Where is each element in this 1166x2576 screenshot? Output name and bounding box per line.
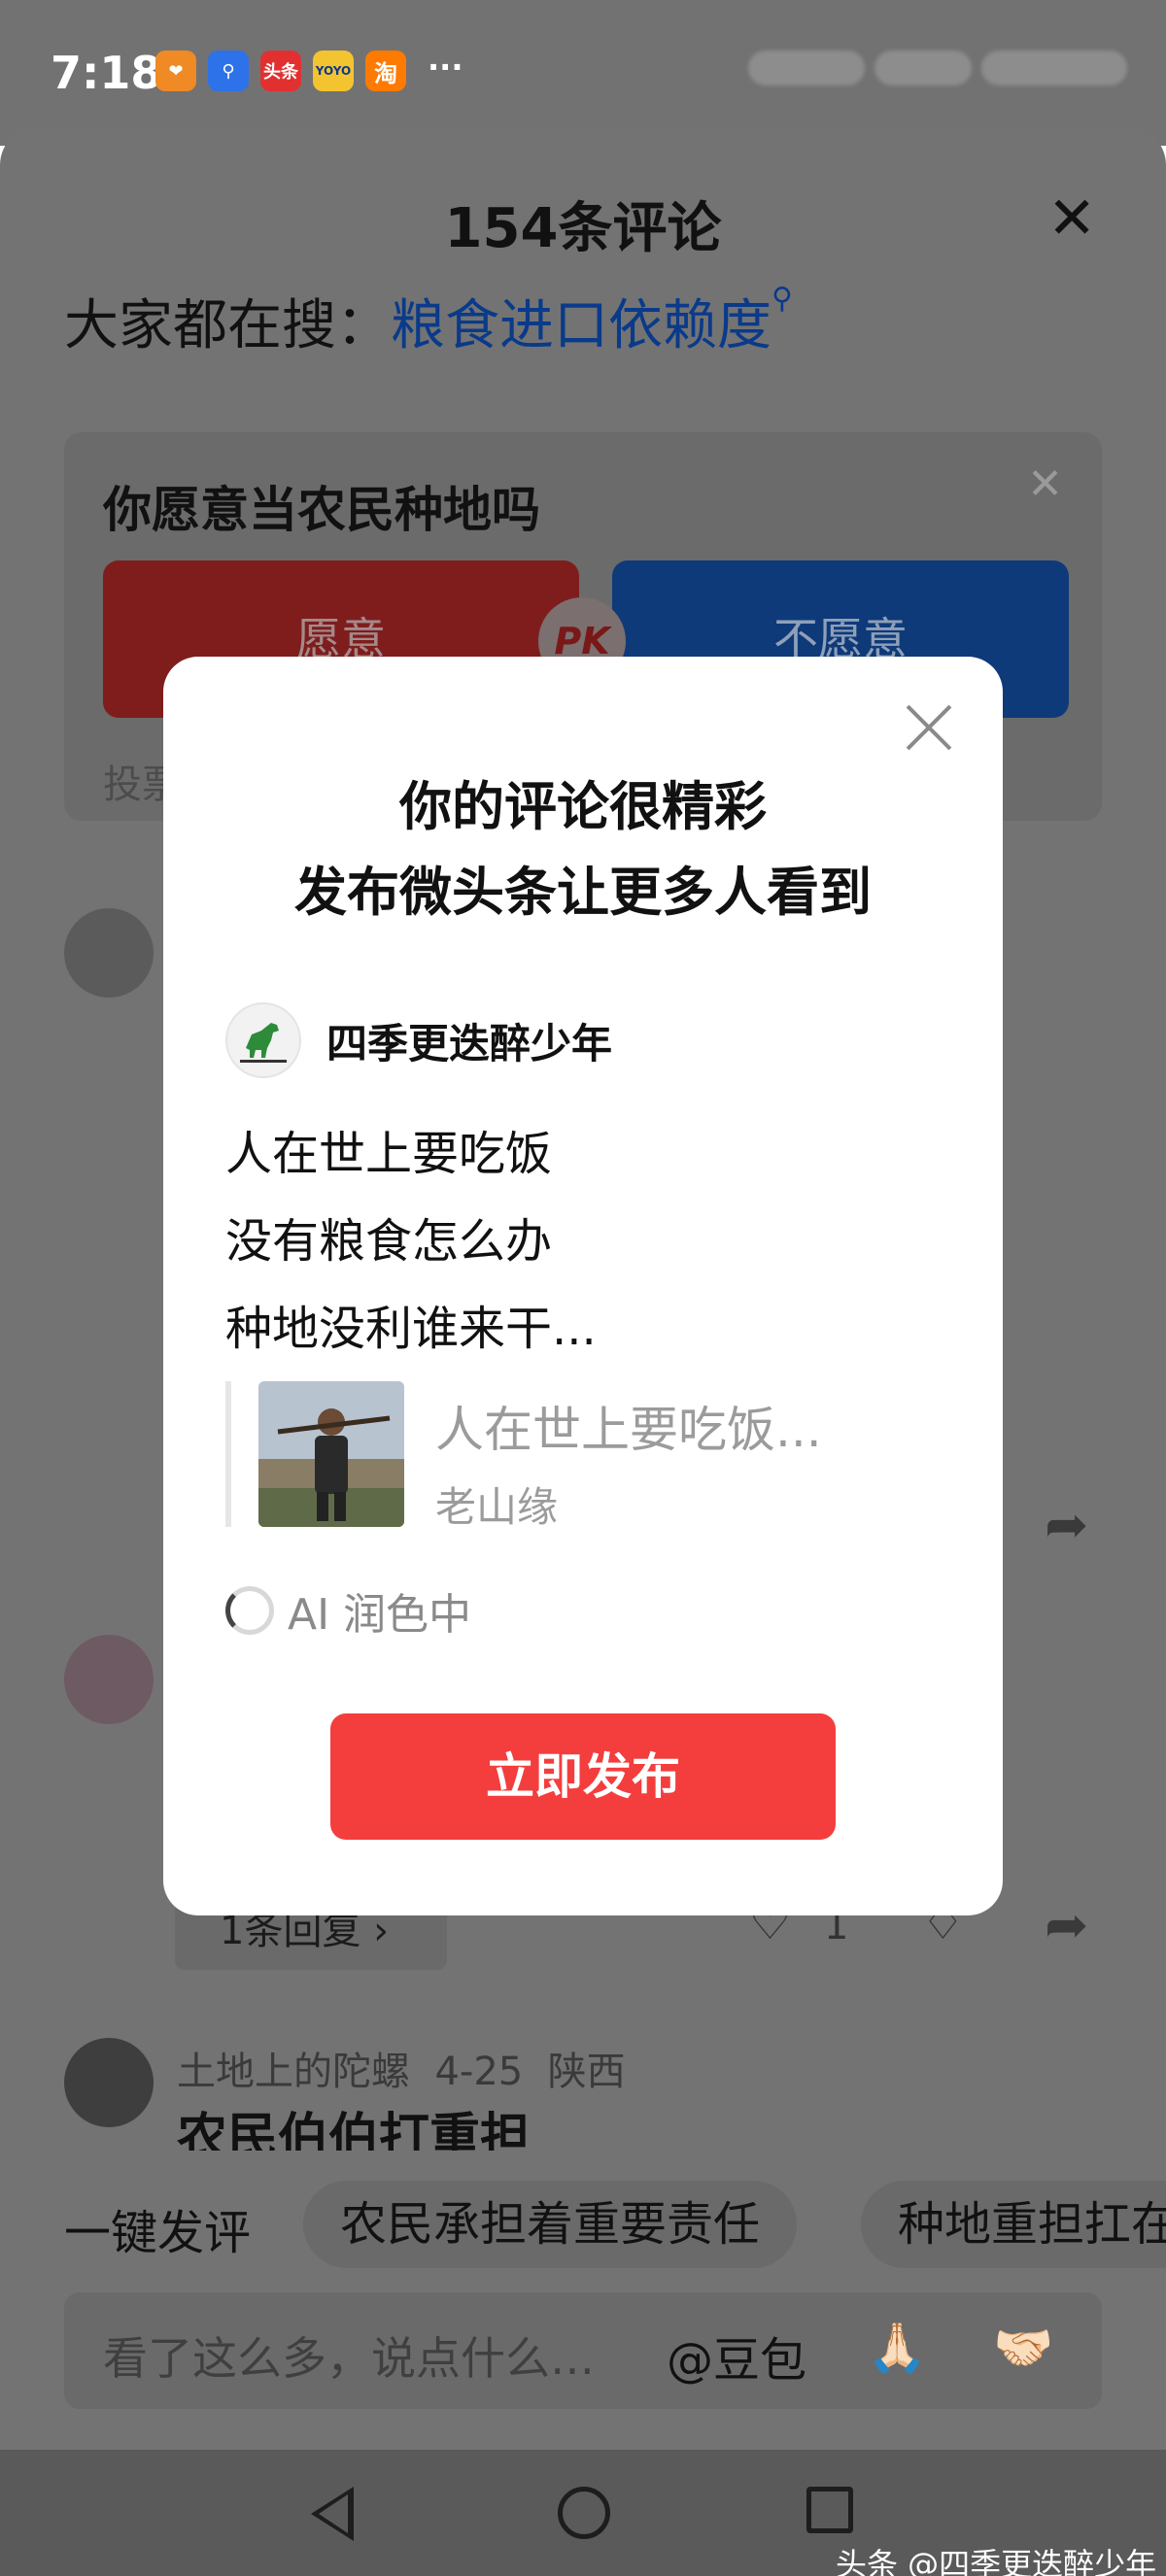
blurred-status-area [748, 51, 865, 85]
comment-meta: 土地上的陀螺 4-25 陕西 [177, 2040, 626, 2096]
nav-recent-apps-icon[interactable] [806, 2487, 853, 2533]
trending-search[interactable]: 大家都在搜：粮食进口依赖度⚲ [64, 282, 793, 360]
ai-polish-text: AI 润色中 [288, 1590, 472, 1640]
publish-dialog: 你的评论很精彩 发布微头条让更多人看到 四季更迭醉少年 人在世上要吃饭 没有粮食… [163, 657, 1003, 1915]
dialog-title-line-2: 发布微头条让更多人看到 [294, 862, 872, 923]
status-time: 7:18 [51, 47, 162, 99]
search-icon: ⚲ [772, 282, 793, 316]
map-pin-app-icon: ⚲ [208, 51, 249, 91]
quoted-article[interactable]: 人在世上要吃饭... 老山缘 [225, 1381, 906, 1531]
article-thumbnail [258, 1381, 404, 1527]
loading-spinner-icon [225, 1586, 274, 1635]
post-line-2: 没有粮食怎么办 [225, 1214, 553, 1269]
comment-input[interactable]: 看了这么多，说点什么… @豆包 🙏🏻 🤝🏻 [64, 2292, 1102, 2409]
status-bar: 7:18 ❤ ⚲ 头条 YOYO 淘 ··· [0, 0, 1166, 146]
farmer-photo [258, 1381, 404, 1527]
quick-comment-label: 一键发评 [64, 2206, 252, 2260]
avatar[interactable] [64, 908, 154, 998]
watermark: 头条 @四季更迭醉少年 [836, 2546, 1157, 2576]
close-icon[interactable]: ✕ [1047, 185, 1096, 253]
publish-now-button[interactable]: 立即发布 [330, 1713, 836, 1840]
handshake-emoji-button[interactable]: 🤝🏻 [993, 2320, 1053, 2377]
sheet-title: 154条评论 [444, 197, 722, 260]
quick-comment-chip[interactable]: 农民承担着重要责任 [303, 2181, 798, 2268]
search-prefix: 大家都在搜： [64, 294, 391, 357]
comment-location: 陕西 [547, 2050, 626, 2094]
share-icon[interactable]: ➦ [1045, 1494, 1088, 1555]
status-app-icons: ❤ ⚲ 头条 YOYO 淘 [155, 51, 406, 91]
comment-text: 农民伯伯打重担 [177, 2109, 532, 2151]
taobao-app-icon: 淘 [365, 51, 406, 91]
author-name: 四季更迭醉少年 [326, 1019, 613, 1068]
author-avatar [225, 1002, 301, 1078]
blurred-status-area [981, 51, 1127, 85]
quick-comment-bar: 一键发评 农民承担着重要责任 种地重担扛在 [0, 2181, 1166, 2278]
poll-question: 你愿意当农民种地吗 [103, 482, 540, 538]
comment-input-placeholder: 看了这么多，说点什么… [103, 2332, 595, 2385]
post-line-1: 人在世上要吃饭 [225, 1127, 553, 1181]
mention-doubao-button[interactable]: @豆包 [667, 2322, 806, 2390]
author-row: 四季更迭醉少年 [225, 1002, 612, 1078]
comment-date: 4-25 [434, 2050, 524, 2094]
post-line-3: 种地没利谁来干... [225, 1302, 597, 1356]
avatar[interactable] [64, 1635, 154, 1724]
nav-back-icon-inner [319, 2494, 348, 2533]
heart-app-icon: ❤ [155, 51, 196, 91]
avatar[interactable] [64, 2038, 154, 2127]
pray-emoji-button[interactable]: 🙏🏻 [867, 2320, 927, 2377]
quoted-article-source: 老山缘 [435, 1483, 559, 1531]
more-notifications-icon: ··· [428, 49, 463, 85]
nav-home-icon[interactable] [558, 2487, 610, 2539]
comment-username[interactable]: 土地上的陀螺 [177, 2050, 410, 2094]
ai-polish-status: AI 润色中 [225, 1579, 471, 1642]
share-icon[interactable]: ➦ [1045, 1894, 1088, 1955]
search-keyword-link[interactable]: 粮食进口依赖度 [391, 294, 772, 357]
blurred-status-area [874, 51, 972, 85]
toutiao-app-icon: 头条 [260, 51, 301, 91]
quick-comment-chip[interactable]: 种地重担扛在 [861, 2181, 1166, 2268]
dialog-close-icon[interactable] [904, 703, 952, 752]
poll-close-icon[interactable]: ✕ [1027, 459, 1063, 509]
youku-app-icon: YOYO [313, 51, 354, 91]
dialog-title-line-1: 你的评论很精彩 [399, 776, 767, 837]
horse-avatar-icon [240, 1023, 287, 1063]
quoted-article-title: 人在世上要吃饭... [435, 1402, 822, 1458]
